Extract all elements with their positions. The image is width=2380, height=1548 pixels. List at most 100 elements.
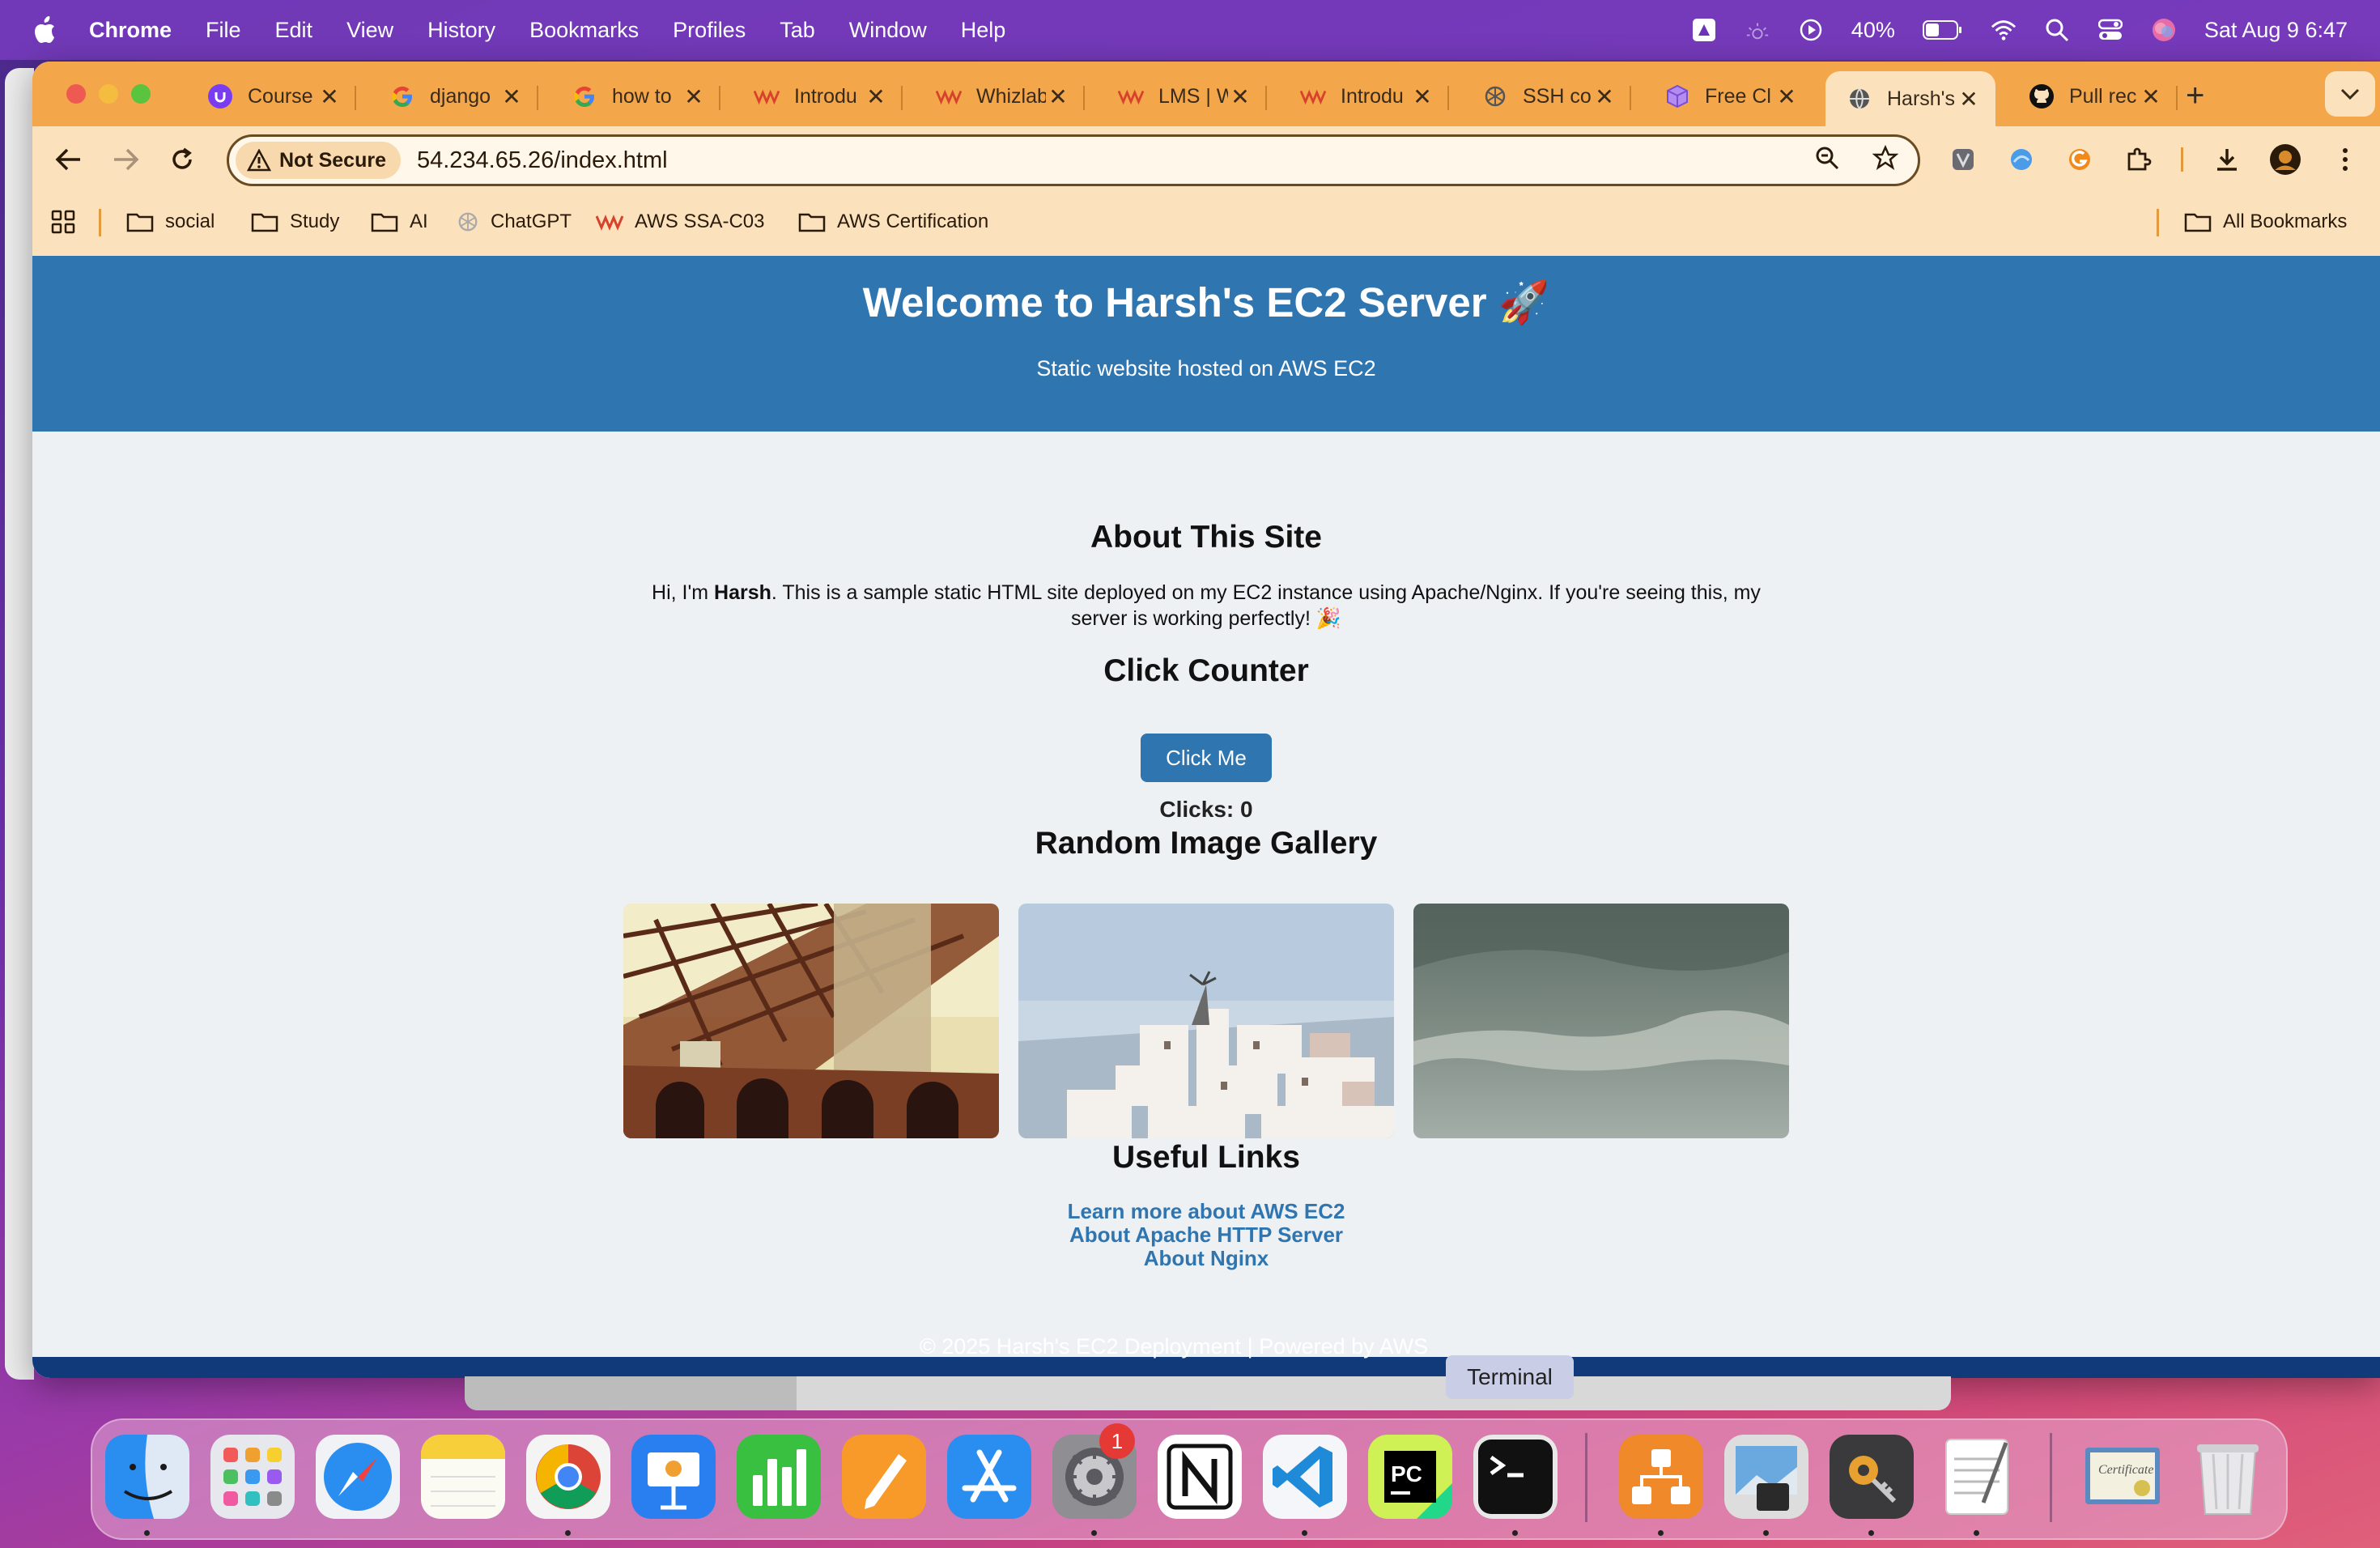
minimize-window-button[interactable]	[99, 84, 118, 104]
finder-icon[interactable]	[105, 1435, 189, 1519]
reload-icon[interactable]	[165, 142, 199, 176]
extension-wolf-icon[interactable]	[1946, 142, 1980, 176]
zoom-window-button[interactable]	[131, 84, 151, 104]
bookmark-label: AWS SSA-C03	[635, 211, 765, 232]
tab-django[interactable]: django ✕	[368, 71, 538, 121]
cluster-app-icon[interactable]	[1619, 1435, 1703, 1519]
bookmark-star-icon[interactable]	[1872, 145, 1898, 171]
siri-icon[interactable]	[2151, 17, 2177, 43]
menu-edit[interactable]: Edit	[275, 18, 313, 43]
close-tab-icon[interactable]: ✕	[1046, 83, 1070, 110]
tab-free-claude[interactable]: Free Cl ✕	[1643, 71, 1813, 121]
link-aws-ec2[interactable]: Learn more about AWS EC2	[32, 1200, 2380, 1223]
keychain-icon[interactable]	[1830, 1435, 1914, 1519]
pages-icon[interactable]	[842, 1435, 926, 1519]
tab-harshs-active[interactable]: Harsh's ✕	[1825, 71, 1995, 126]
menu-window[interactable]: Window	[849, 18, 927, 43]
tab-title: SSH co	[1523, 84, 1592, 108]
zoom-icon[interactable]	[1814, 145, 1840, 171]
bookmark-aws-certification[interactable]: AWS Certification	[798, 207, 988, 236]
link-nginx[interactable]: About Nginx	[32, 1247, 2380, 1270]
close-tab-icon[interactable]: ✕	[1774, 83, 1799, 110]
menu-profiles[interactable]: Profiles	[673, 18, 746, 43]
bookmark-study[interactable]: Study	[251, 207, 339, 236]
back-arrow-icon[interactable]	[52, 142, 86, 176]
close-window-button[interactable]	[66, 84, 86, 104]
launchpad-icon[interactable]	[210, 1435, 295, 1519]
play-circle-icon[interactable]	[1798, 17, 1824, 43]
app-name[interactable]: Chrome	[89, 18, 172, 43]
close-tab-icon[interactable]: ✕	[2139, 83, 2163, 110]
pycharm-icon[interactable]: PC	[1368, 1435, 1452, 1519]
close-tab-icon[interactable]: ✕	[1228, 83, 1252, 110]
textedit-icon[interactable]	[1935, 1435, 2019, 1519]
url-text[interactable]: 54.234.65.26/index.html	[417, 147, 668, 174]
download-icon[interactable]	[2210, 142, 2244, 176]
tab-how-to[interactable]: how to ✕	[550, 71, 720, 121]
menu-help[interactable]: Help	[961, 18, 1006, 43]
control-center-icon[interactable]	[2097, 17, 2123, 43]
security-chip[interactable]: Not Secure	[236, 142, 401, 179]
close-tab-icon[interactable]: ✕	[682, 83, 706, 110]
menu-file[interactable]: File	[206, 18, 241, 43]
gallery-image-sky[interactable]	[1413, 904, 1789, 1138]
new-tab-icon[interactable]: +	[2186, 79, 2204, 112]
tab-course[interactable]: Course ✕	[186, 71, 356, 121]
close-tab-icon[interactable]: ✕	[317, 83, 342, 110]
gallery-image-santorini[interactable]	[1018, 904, 1394, 1138]
tab-pull-request[interactable]: Pull rec ✕	[2008, 71, 2178, 121]
certificate-icon[interactable]: Certificate	[2080, 1435, 2165, 1519]
apps-grid-icon[interactable]	[50, 207, 87, 236]
battery-icon[interactable]	[1922, 17, 1963, 43]
menu-view[interactable]: View	[346, 18, 393, 43]
click-me-button[interactable]: Click Me	[1141, 734, 1272, 782]
all-bookmarks[interactable]: All Bookmarks	[2184, 207, 2347, 236]
trash-icon[interactable]	[2186, 1435, 2270, 1519]
tab-introduction-1[interactable]: Introdu ✕	[733, 71, 903, 121]
safari-icon[interactable]	[316, 1435, 400, 1519]
tab-whizlabs[interactable]: Whizlab ✕	[915, 71, 1085, 121]
app-store-icon[interactable]	[947, 1435, 1031, 1519]
link-apache[interactable]: About Apache HTTP Server	[32, 1223, 2380, 1247]
profile-avatar[interactable]	[2268, 142, 2302, 176]
tab-introduction-2[interactable]: Introdu ✕	[1279, 71, 1449, 121]
drive-status-icon[interactable]	[1691, 17, 1717, 43]
tab-lms[interactable]: LMS | W ✕	[1097, 71, 1267, 121]
extension-blue-icon[interactable]	[2004, 142, 2038, 176]
tab-title: django	[430, 84, 491, 108]
close-tab-icon[interactable]: ✕	[1410, 83, 1434, 110]
bookmark-social[interactable]: social	[126, 207, 215, 236]
more-menu-icon[interactable]	[2328, 142, 2362, 176]
close-tab-icon[interactable]: ✕	[1592, 83, 1617, 110]
menubar-clock[interactable]: Sat Aug 9 6:47	[2204, 18, 2348, 43]
extensions-puzzle-icon[interactable]	[2121, 142, 2155, 176]
terminal-icon[interactable]	[1473, 1435, 1558, 1519]
bookmark-aws-ssa[interactable]: AWS SSA-C03	[596, 207, 765, 236]
close-tab-icon[interactable]: ✕	[864, 83, 888, 110]
tab-search-button[interactable]	[2325, 71, 2375, 117]
bookmarks-bar: social Study AI ChatGPT AWS SSA-C03 AWS …	[32, 193, 2380, 253]
forward-arrow-icon[interactable]	[108, 142, 142, 176]
keynote-icon[interactable]	[631, 1435, 716, 1519]
close-tab-icon[interactable]: ✕	[499, 83, 524, 110]
bookmark-chatgpt[interactable]: ChatGPT	[457, 207, 572, 236]
menu-tab[interactable]: Tab	[780, 18, 815, 43]
address-bar[interactable]: Not Secure 54.234.65.26/index.html	[227, 134, 1920, 186]
tab-ssh[interactable]: SSH co ✕	[1461, 71, 1631, 121]
spotlight-search-icon[interactable]	[2044, 17, 2070, 43]
brightness-icon[interactable]	[1745, 17, 1770, 43]
close-tab-icon[interactable]: ✕	[1957, 86, 1981, 113]
numbers-icon[interactable]	[737, 1435, 821, 1519]
notion-icon[interactable]	[1158, 1435, 1242, 1519]
menu-history[interactable]: History	[427, 18, 495, 43]
extension-orange-icon[interactable]	[2063, 142, 2097, 176]
notes-icon[interactable]	[421, 1435, 505, 1519]
vscode-icon[interactable]	[1263, 1435, 1347, 1519]
apple-logo-icon[interactable]	[32, 16, 57, 44]
chrome-icon[interactable]	[526, 1435, 610, 1519]
wifi-icon[interactable]	[1991, 17, 2017, 43]
menu-bookmarks[interactable]: Bookmarks	[529, 18, 639, 43]
bookmark-ai[interactable]: AI	[371, 207, 428, 236]
preview-icon[interactable]	[1724, 1435, 1808, 1519]
gallery-image-bridge[interactable]	[623, 904, 999, 1138]
